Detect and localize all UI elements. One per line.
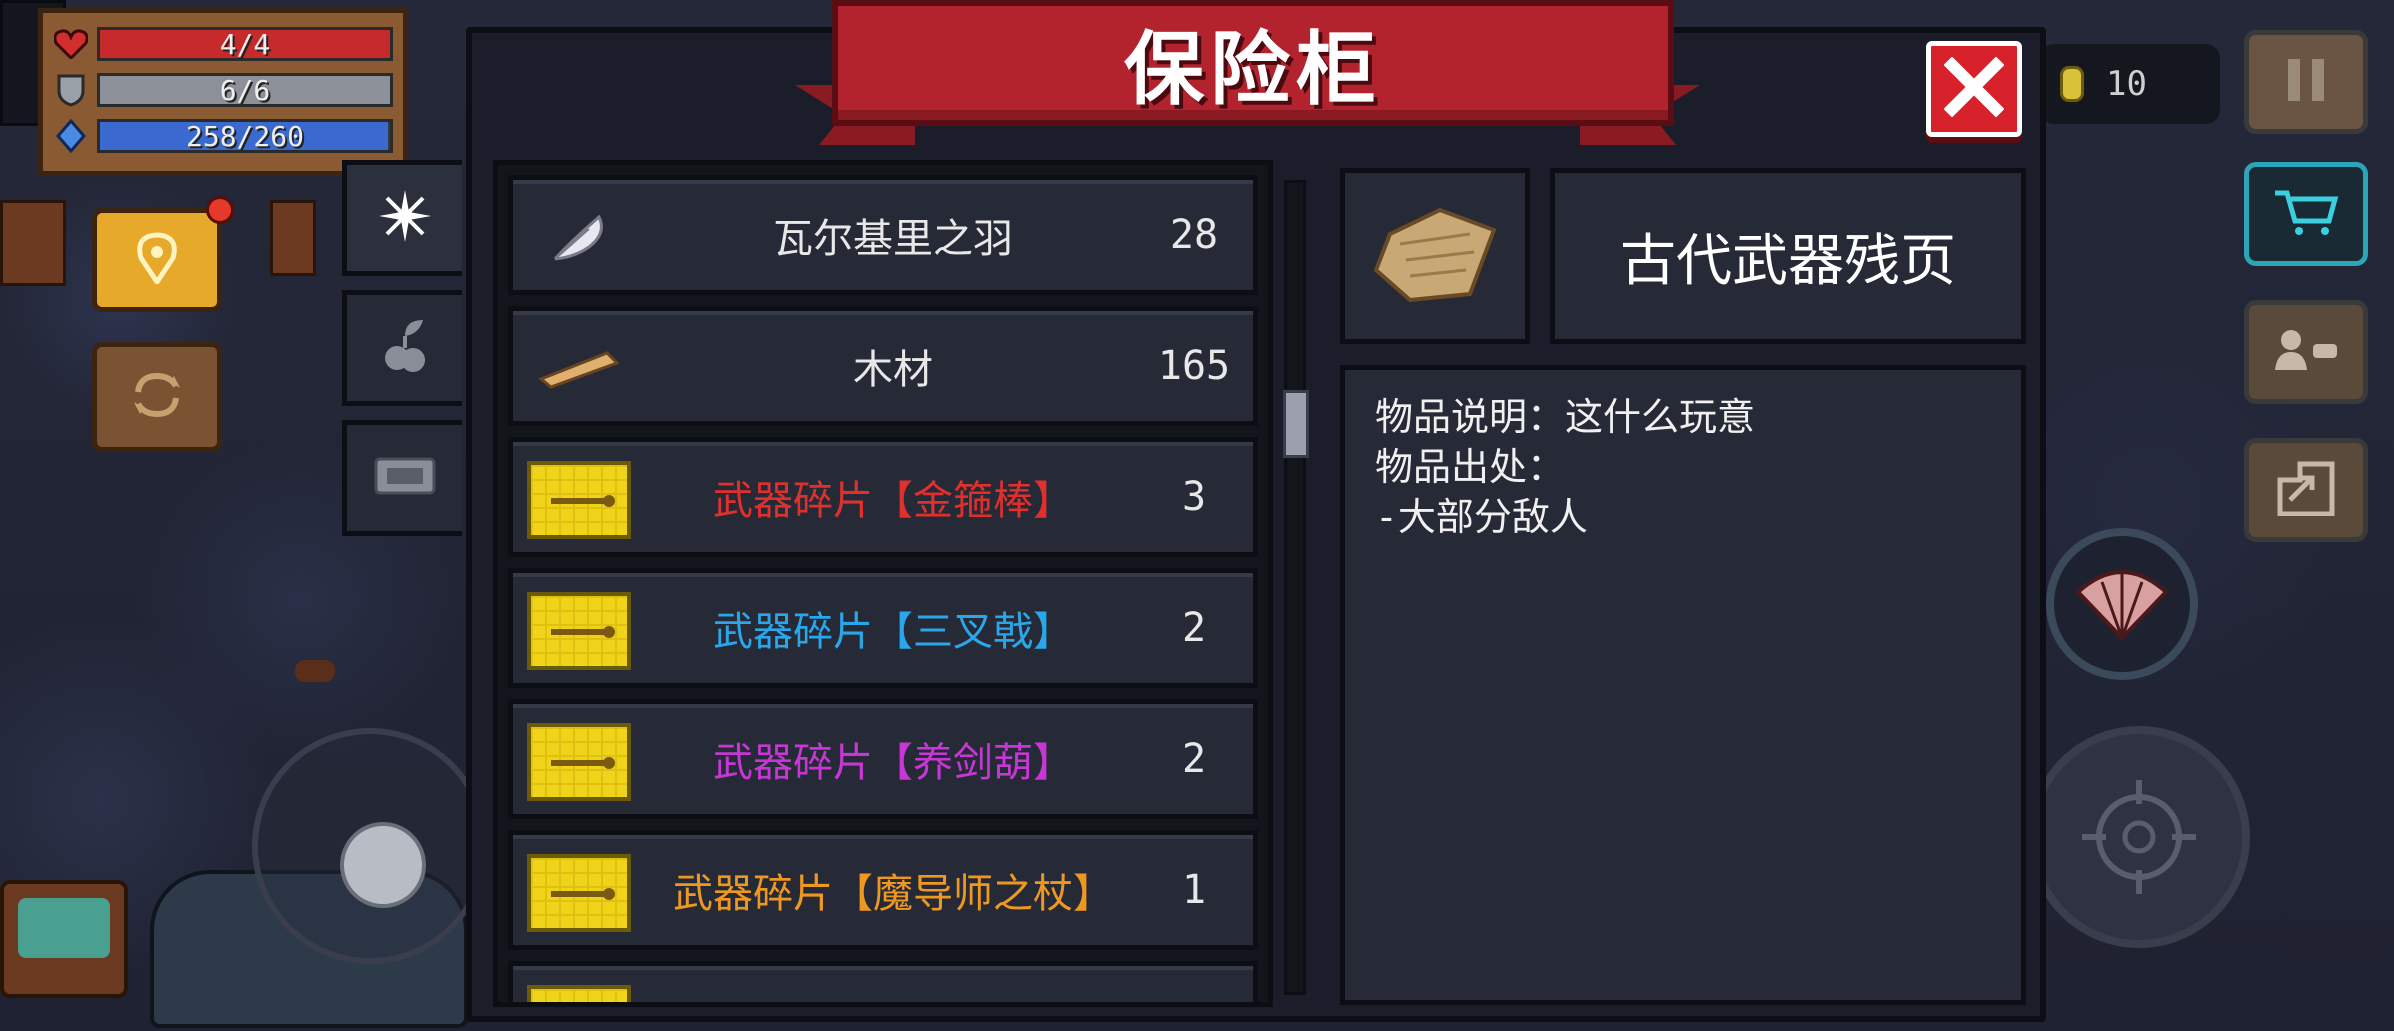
item-name: 武器碎片【三叉戟】 — [713, 609, 1073, 655]
tab-materials[interactable] — [342, 160, 462, 276]
map-location-button[interactable] — [92, 208, 222, 312]
energy-bar: 258/260 — [97, 119, 393, 153]
wood-plank-icon — [527, 329, 631, 409]
item-name: 武器碎片【魔导师之杖】 — [673, 871, 1113, 917]
player-stats-panel: 4/4 6/6 258/260 — [38, 8, 408, 176]
list-item[interactable]: 武器碎片【三叉戟】 2 — [508, 568, 1258, 688]
list-scrollbar[interactable] — [1284, 180, 1306, 995]
item-list[interactable]: 瓦尔基里之羽 28 木材 165 武器碎片【金箍棒】 3 武器碎片【三叉戟】 2 武器碎片【养剑… — [493, 160, 1273, 1007]
selected-item-description: 物品说明：这什么玩意 物品出处： -大部分敌人 — [1340, 365, 2026, 1005]
selected-item-icon-box — [1340, 168, 1530, 344]
item-count: 28 — [1169, 212, 1219, 258]
tab-seeds[interactable] — [342, 290, 462, 406]
item-name-text: 古代武器残页 — [1620, 228, 1956, 294]
weapon-fragment-icon — [527, 591, 631, 671]
coin-counter: 10 — [2040, 44, 2220, 124]
ancient-page-icon — [1370, 204, 1500, 308]
weapon-switch-button[interactable] — [2046, 528, 2198, 680]
list-item-partial[interactable] — [508, 961, 1258, 1002]
weapon-fragment-icon — [527, 460, 631, 540]
selected-item-name: 古代武器残页 — [1550, 168, 2026, 344]
wooden-bench — [0, 200, 66, 286]
list-item[interactable]: 木材 165 — [508, 306, 1258, 426]
weapon-fragment-icon — [527, 722, 631, 802]
crosshair-icon — [2080, 778, 2198, 900]
weapon-fragment-icon — [527, 984, 631, 1002]
tab-tickets[interactable] — [342, 420, 462, 536]
swap-weapon-button[interactable] — [92, 342, 222, 452]
armor-value: 6/6 — [219, 73, 271, 107]
close-button[interactable] — [1926, 41, 2022, 137]
list-item[interactable]: 瓦尔基里之羽 28 — [508, 175, 1258, 295]
profile-card-icon — [2273, 326, 2339, 378]
armor-bar: 6/6 — [97, 73, 393, 107]
item-name: 瓦尔基里之羽 — [773, 216, 1013, 262]
location-pin-icon — [135, 232, 179, 288]
item-name: 武器碎片【养剑葫】 — [713, 740, 1073, 786]
safe-title-banner: 保险柜 — [832, 0, 1674, 126]
energy-gem-icon — [53, 118, 89, 154]
item-count: 2 — [1181, 736, 1207, 782]
item-count: 2 — [1181, 605, 1207, 651]
fan-weapon-icon — [2072, 562, 2172, 646]
shop-button[interactable] — [2244, 162, 2368, 266]
small-critter — [295, 660, 335, 682]
plant-seed-icon — [379, 316, 431, 380]
item-name: 武器碎片【金箍棒】 — [713, 478, 1073, 524]
source-label: 物品出处： — [1375, 445, 1566, 489]
hp-value: 4/4 — [219, 27, 271, 61]
heart-icon — [53, 26, 89, 62]
close-icon — [1943, 56, 2005, 121]
exit-arrow-icon — [2276, 460, 2336, 520]
attack-button[interactable] — [2028, 726, 2250, 948]
list-item[interactable]: 武器碎片【魔导师之杖】 1 — [508, 830, 1258, 950]
profile-button[interactable] — [2244, 300, 2368, 404]
feather-icon — [527, 198, 631, 278]
coin-icon — [2060, 66, 2084, 102]
hp-bar: 4/4 — [97, 27, 393, 61]
weapon-fragment-icon — [527, 853, 631, 933]
water-tub — [0, 880, 128, 998]
ticket-icon — [373, 456, 437, 500]
shopping-cart-icon — [2273, 187, 2339, 241]
joystick-knob[interactable] — [340, 822, 426, 908]
coin-count: 10 — [2106, 64, 2147, 104]
pause-button[interactable] — [2244, 30, 2368, 134]
shield-icon — [53, 72, 89, 108]
item-count: 3 — [1181, 474, 1207, 520]
hp-row: 4/4 — [53, 21, 393, 67]
item-name: 木材 — [853, 347, 933, 393]
item-count: 1 — [1181, 867, 1207, 913]
refresh-cycle-icon — [130, 370, 184, 424]
page-title: 保险柜 — [1124, 23, 1382, 116]
energy-row: 258/260 — [53, 113, 393, 159]
description-line: 物品说明：这什么玩意 — [1375, 395, 1756, 439]
notification-dot — [206, 196, 234, 224]
torch-post — [270, 200, 316, 276]
exit-button[interactable] — [2244, 438, 2368, 542]
armor-row: 6/6 — [53, 67, 393, 113]
energy-value: 258/260 — [185, 119, 304, 153]
source-value: -大部分敌人 — [1375, 495, 1588, 539]
list-item[interactable]: 武器碎片【金箍棒】 3 — [508, 437, 1258, 557]
list-item[interactable]: 武器碎片【养剑葫】 2 — [508, 699, 1258, 819]
scrollbar-thumb[interactable] — [1283, 390, 1309, 458]
pause-icon — [2284, 57, 2328, 107]
item-count: 165 — [1157, 343, 1231, 389]
sparkle-icon — [375, 186, 435, 250]
